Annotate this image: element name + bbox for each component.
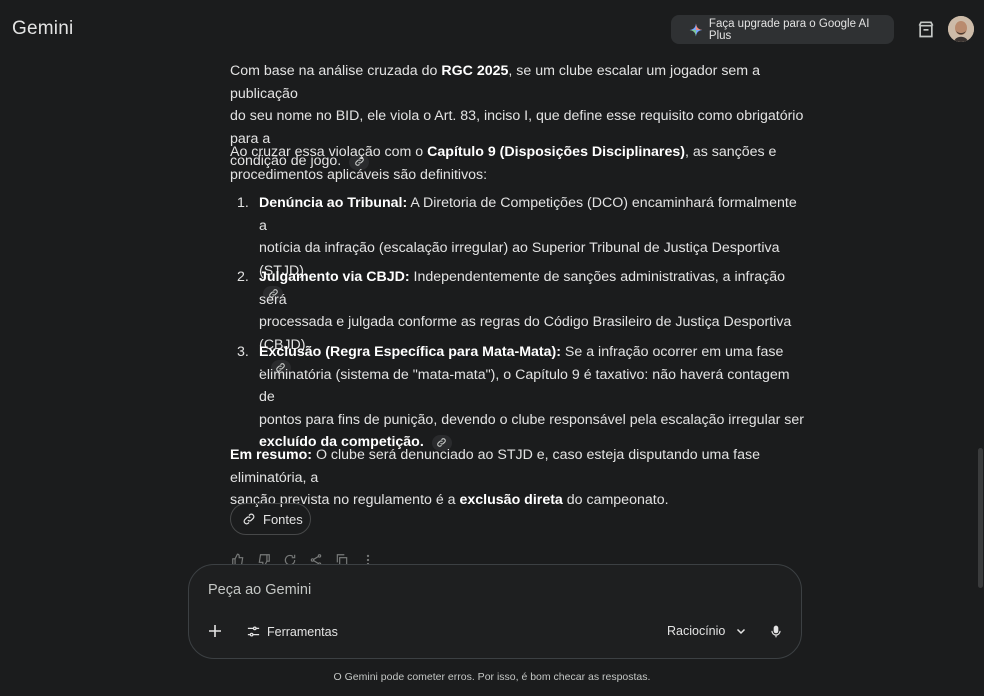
paragraph-chapter: Ao cruzar essa violação com o Capítulo 9… [230, 144, 777, 183]
scrollbar[interactable] [978, 448, 983, 588]
tools-label: Ferramentas [267, 624, 338, 639]
tools-icon [247, 626, 260, 637]
link-icon [243, 513, 255, 525]
paragraph-summary: Em resumo: O clube será denunciado ao ST… [230, 447, 760, 509]
disclaimer-text: O Gemini pode cometer erros. Por isso, é… [333, 671, 651, 683]
prompt-input[interactable]: Peça ao Gemini [208, 582, 311, 598]
prompt-composer[interactable]: Peça ao Gemini Ferramentas Raciocínio [188, 564, 802, 659]
temporary-chat-icon[interactable] [916, 19, 936, 39]
upgrade-label: Faça upgrade para o Google AI Plus [708, 17, 870, 42]
add-icon[interactable] [207, 623, 223, 639]
chevron-down-icon [737, 628, 746, 635]
app-logo[interactable]: Gemini [12, 18, 73, 40]
sparkle-icon [689, 23, 703, 36]
sources-button[interactable]: Fontes [230, 503, 311, 535]
model-mode-selector[interactable]: Raciocínio [667, 624, 747, 638]
user-avatar[interactable] [948, 16, 974, 42]
upgrade-button[interactable]: Faça upgrade para o Google AI Plus [671, 15, 894, 44]
microphone-icon[interactable] [769, 623, 783, 640]
mode-label: Raciocínio [667, 624, 726, 638]
top-bar: Gemini Faça upgrade para o Google AI Plu… [0, 0, 984, 58]
tools-button[interactable]: Ferramentas [246, 624, 338, 639]
sources-label: Fontes [263, 511, 303, 527]
